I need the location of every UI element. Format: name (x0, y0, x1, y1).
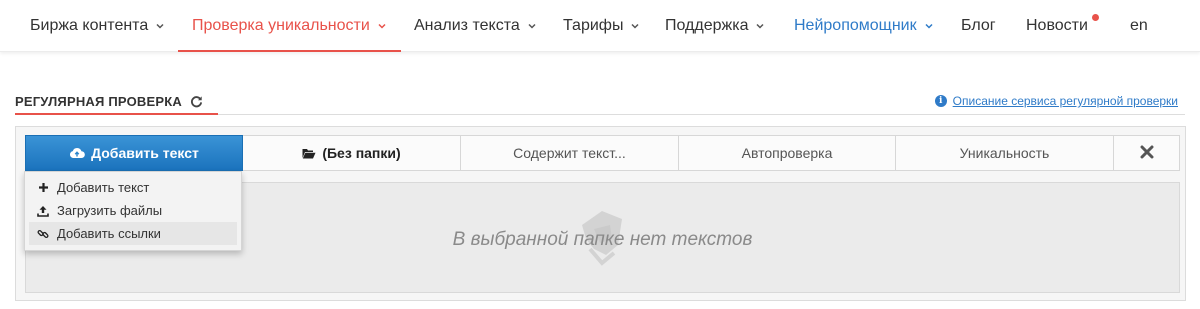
dropdown-item-upload-files[interactable]: Загрузить файлы (25, 199, 241, 222)
section-title-underline (15, 113, 218, 115)
section-title-text: РЕГУЛЯРНАЯ ПРОВЕРКА (15, 94, 182, 109)
nav-item-label: Поддержка (665, 17, 749, 34)
nav-item-label: Анализ текста (414, 17, 520, 34)
link-icon (37, 228, 49, 240)
nav-item-neuro-assistant[interactable]: Нейропомощник (794, 0, 934, 52)
column-contains-text-label: Содержит текст... (513, 145, 626, 161)
service-description-link[interactable]: i Описание сервиса регулярной проверки (934, 94, 1178, 108)
column-contains-text[interactable]: Содержит текст... (461, 135, 679, 171)
dropdown-item-add-text[interactable]: Добавить текст (25, 176, 241, 199)
nav-item-label: en (1130, 17, 1148, 34)
nav-item-label: Новости (1026, 17, 1088, 34)
column-uniqueness[interactable]: Уникальность (896, 135, 1114, 171)
chevron-down-icon (755, 21, 765, 31)
close-icon (1140, 145, 1154, 162)
folder-selector[interactable]: (Без папки) (243, 135, 461, 171)
service-description-link-text: Описание сервиса регулярной проверки (952, 94, 1178, 108)
chevron-down-icon (630, 21, 640, 31)
nav-item-pricing[interactable]: Тарифы (563, 0, 640, 52)
nav-item-label: Проверка уникальности (192, 17, 370, 34)
nav-item-blog[interactable]: Блог (961, 0, 996, 52)
chevron-down-icon (155, 21, 165, 31)
close-button[interactable] (1114, 135, 1180, 171)
info-icon: i (934, 95, 947, 107)
nav-item-text-analysis[interactable]: Анализ текста (414, 0, 537, 52)
add-text-button-label: Добавить текст (91, 145, 199, 161)
cloud-upload-icon (69, 147, 85, 159)
add-text-button[interactable]: Добавить текст (25, 135, 243, 171)
dropdown-item-label: Добавить ссылки (57, 226, 161, 241)
add-text-dropdown: Добавить текст Загрузить файлы Добавить … (24, 171, 242, 251)
nav-item-support[interactable]: Поддержка (665, 0, 765, 52)
nav-item-label: Блог (961, 17, 996, 34)
plus-icon (37, 182, 49, 194)
top-navigation: Биржа контента Проверка уникальности Ана… (0, 0, 1200, 52)
nav-item-uniqueness-check[interactable]: Проверка уникальности (178, 0, 401, 52)
dropdown-item-add-links[interactable]: Добавить ссылки (29, 222, 237, 245)
column-autocheck[interactable]: Автопроверка (679, 135, 896, 171)
column-uniqueness-label: Уникальность (959, 145, 1050, 161)
folder-selector-label: (Без папки) (322, 145, 401, 161)
refresh-icon[interactable] (190, 95, 203, 108)
column-autocheck-label: Автопроверка (741, 145, 833, 161)
news-notification-badge (1092, 14, 1099, 21)
chevron-down-icon (924, 21, 934, 31)
section-title: РЕГУЛЯРНАЯ ПРОВЕРКА (15, 94, 203, 109)
nav-item-label: Тарифы (563, 17, 624, 34)
chevron-down-icon (527, 21, 537, 31)
nav-item-news[interactable]: Новости (1026, 0, 1088, 52)
chevron-down-icon (377, 21, 387, 31)
dropdown-item-label: Добавить текст (57, 180, 150, 195)
panel-toolbar: Добавить текст (Без папки) Содержит текс… (25, 135, 1180, 171)
nav-item-label: Биржа контента (30, 17, 149, 34)
nav-item-content-exchange[interactable]: Биржа контента (30, 0, 165, 52)
folder-open-icon (302, 148, 316, 159)
nav-item-label: Нейропомощник (794, 17, 917, 34)
upload-icon (37, 205, 49, 217)
dropdown-item-label: Загрузить файлы (57, 203, 163, 218)
nav-item-language[interactable]: en (1130, 0, 1148, 52)
